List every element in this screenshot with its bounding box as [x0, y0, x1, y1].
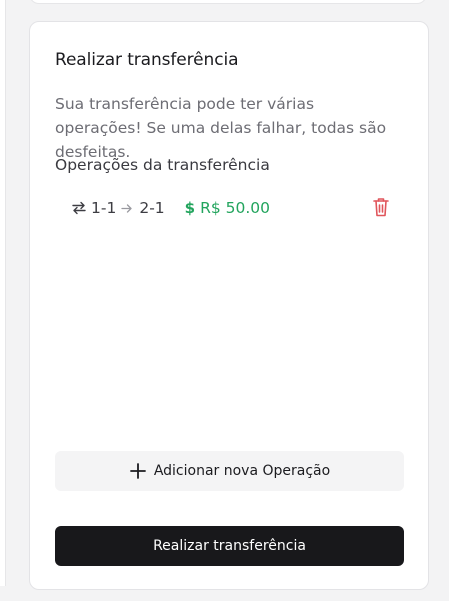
add-operation-button[interactable]: Adicionar nova Operação: [55, 451, 404, 491]
add-operation-label: Adicionar nova Operação: [153, 463, 331, 479]
dollar-sign-icon: $: [184, 199, 196, 217]
operation-to: 2-1: [139, 199, 165, 217]
swap-horizontal-icon: [71, 200, 87, 216]
arrow-right-icon: [120, 202, 133, 215]
operation-amount: R$ 50.00: [200, 199, 271, 217]
card-description: Sua transferência pode ter várias operaç…: [55, 95, 387, 161]
submit-transfer-button[interactable]: Realizar transferência: [55, 526, 404, 566]
card-title: Realizar transferência: [55, 50, 239, 70]
operations-title: Operações da transferência: [55, 156, 270, 174]
previous-card: [29, 0, 427, 4]
operation-item: 1-1 2-1 $ R$ 50.00: [71, 196, 389, 220]
transfer-card: Realizar transferência Sua transferência…: [29, 21, 429, 590]
submit-transfer-label: Realizar transferência: [153, 538, 306, 554]
side-panel-edge: [0, 0, 6, 586]
trash-icon[interactable]: [371, 196, 391, 218]
operation-from: 1-1: [91, 199, 117, 217]
plus-icon: [129, 462, 147, 480]
